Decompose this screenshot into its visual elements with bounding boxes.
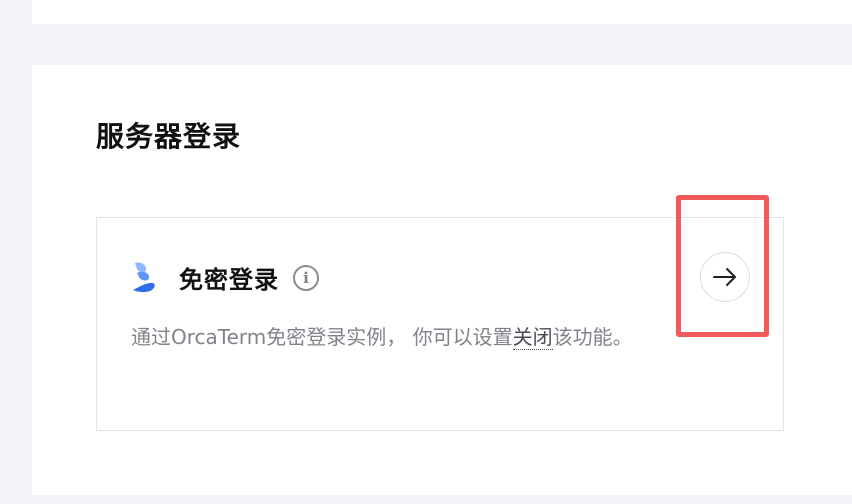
passwordless-login-card: 免密登录 i 通过OrcaTerm免密登录实例， 你可以设置关闭该功能。 [96, 217, 784, 431]
top-panel [32, 0, 852, 24]
arrow-right-icon [713, 268, 736, 286]
orcaterm-logo-icon [133, 261, 155, 292]
card-description: 通过OrcaTerm免密登录实例， 你可以设置关闭该功能。 [131, 322, 633, 352]
description-text: 通过OrcaTerm免密登录实例， 你可以设置 [131, 325, 513, 349]
enter-button[interactable] [700, 252, 750, 302]
disable-link[interactable]: 关闭 [512, 325, 553, 350]
card-header: 免密登录 i [131, 260, 319, 295]
info-icon[interactable]: i [293, 264, 319, 291]
server-login-panel: 服务器登录 免密登录 i 通过OrcaTerm免密登录实例， 你可以设置关闭该功… [32, 65, 852, 495]
description-suffix: 该功能。 [552, 325, 633, 349]
card-title: 免密登录 [179, 266, 279, 294]
section-title: 服务器登录 [96, 120, 242, 153]
